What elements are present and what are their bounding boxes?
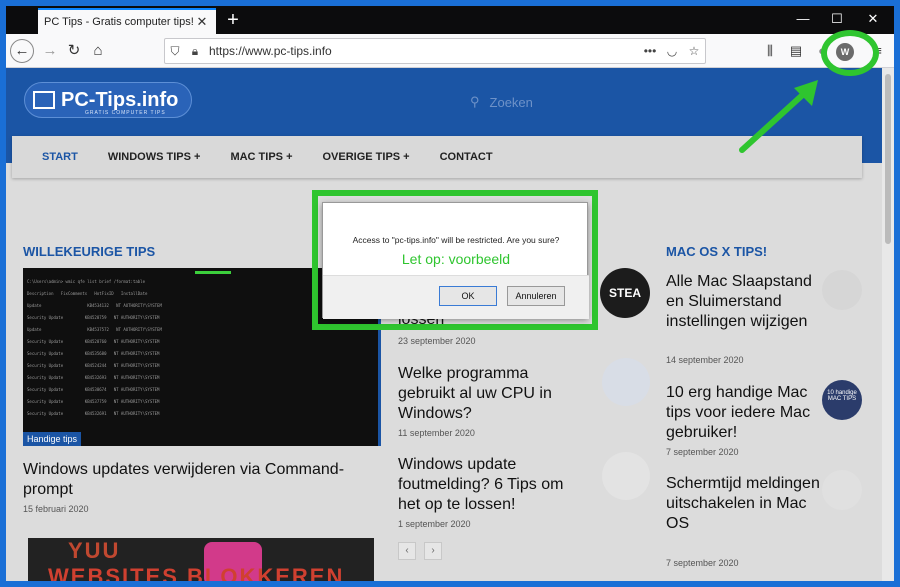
category-tag[interactable]: Handige tips [23,432,82,446]
minimize-button[interactable]: — [786,6,820,34]
site-logo[interactable]: PC-Tips.info GRATIS COMPUTER TIPS [24,82,192,118]
mac-article-title-3[interactable]: Schermtijd meldingen uitschakelen in Mac… [666,474,826,534]
menu-item-overige-tips[interactable]: OVERIGE TIPS + [323,151,410,163]
article-date-partial: 23 september 2020 [398,336,476,346]
menu-item-mac-tips[interactable]: MAC TIPS + [230,151,292,163]
browser-window: PC Tips - Gratis computer tips! - PC ✕ +… [6,6,894,581]
mac-article-date-3: 7 september 2020 [666,558,739,568]
browser-tab[interactable]: PC Tips - Gratis computer tips! - PC ✕ [38,8,216,34]
lock-icon[interactable]: 🔒︎ [185,44,205,59]
tab-close-icon[interactable]: ✕ [194,14,210,30]
mac-thumbnail-2[interactable]: 10 handige MAC TIPS [822,380,862,420]
mac-article-title-1[interactable]: Alle Mac Slaapstand en Sluimerstand inst… [666,272,826,332]
home-icon[interactable]: ⌂ [86,39,110,63]
menu-item-contact[interactable]: CONTACT [440,151,493,163]
sidebar-icon[interactable]: ▤ [784,39,808,63]
url-bar[interactable]: ⛉ 🔒︎ https://www.pc-tips.info ••• ◡ ☆ [164,38,706,64]
section-heading-random: WILLEKEURIGE TIPS [23,244,156,259]
highlight-circle [821,30,879,76]
mac-thumbnail-1[interactable] [822,270,862,310]
thumbnail-text-1: YUU [68,538,121,563]
mac-thumbnail-2-text: 10 handige MAC TIPS [827,390,857,402]
close-window-button[interactable]: ✕ [856,6,890,34]
reload-button[interactable]: ↻ [62,39,86,63]
url-text[interactable]: https://www.pc-tips.info [205,44,639,58]
library-icon[interactable]: ⫼ [758,39,782,63]
mac-article-date-2: 7 september 2020 [666,447,739,457]
more-actions-icon[interactable]: ••• [639,44,661,58]
article-date-update: 1 september 2020 [398,519,471,529]
new-tab-button[interactable]: + [220,8,246,32]
thumbnail-text-2: WEBSITES BLOKKEREN [48,564,345,581]
dialog-note: Let op: voorbeeld [401,251,511,267]
back-button[interactable]: ← [10,39,34,63]
article-title-cpu[interactable]: Welke programma gebruikt al uw CPU in Wi… [398,364,588,424]
mac-article-date-1: 14 september 2020 [666,355,744,365]
logo-subtitle: GRATIS COMPUTER TIPS [85,110,166,116]
dialog-footer: OK Annuleren [323,275,589,319]
tab-bar: PC Tips - Gratis computer tips! - PC ✕ +… [6,6,894,34]
section-heading-mac: MAC OS X TIPS! [666,244,768,259]
menu-item-start[interactable]: START [42,151,78,163]
steam-logo-thumbnail[interactable]: STEA [600,268,650,318]
scrollbar-thumb[interactable] [885,74,891,244]
logo-text: PC-Tips.info [61,88,179,111]
monitor-icon [33,91,55,109]
search-placeholder[interactable]: Zoeken [490,95,533,110]
hero-title[interactable]: Windows updates verwijderen via Command-… [23,460,383,500]
confirm-dialog: Access to "pc-tips.info" will be restric… [322,202,589,319]
green-arrow-icon [195,271,231,274]
bookmark-star-icon[interactable]: ☆ [683,44,705,58]
pager-next-button[interactable]: › [424,542,442,560]
menu-item-windows-tips[interactable]: WINDOWS TIPS + [108,151,201,163]
tab-title: PC Tips - Gratis computer tips! - PC [44,16,194,28]
article-date-cpu: 11 september 2020 [398,428,475,438]
terminal-screenshot: C:\Users\admin> wmic qfe list brief /for… [27,279,162,440]
search-icon: ⚲ [470,94,480,109]
annotation-arrow-icon [739,80,818,153]
hero-date: 15 februari 2020 [23,504,89,514]
shield-icon[interactable]: ⛉ [165,44,185,59]
site-search[interactable]: ⚲ Zoeken [470,94,533,110]
steam-label: STEA [608,286,641,300]
cpu-article-thumbnail[interactable] [602,358,650,406]
pocket-icon[interactable]: ◡ [661,44,683,58]
cancel-button[interactable]: Annuleren [507,286,565,306]
forward-button[interactable]: → [38,39,62,63]
update-article-thumbnail[interactable] [602,452,650,500]
mac-thumbnail-3[interactable] [822,470,862,510]
ok-button[interactable]: OK [439,286,497,306]
article-thumbnail-websites[interactable]: YUU WEBSITES BLOKKEREN [28,538,374,581]
article-title-update[interactable]: Windows update foutmelding? 6 Tips om he… [398,455,588,515]
pager-prev-button[interactable]: ‹ [398,542,416,560]
nav-bar: ← → ↻ ⌂ ⛉ 🔒︎ https://www.pc-tips.info ••… [6,34,894,68]
mac-article-title-2[interactable]: 10 erg handige Mac tips voor iedere Mac … [666,383,826,443]
page-scrollbar[interactable] [882,68,894,581]
dialog-message: Access to "pc-tips.info" will be restric… [352,235,560,245]
